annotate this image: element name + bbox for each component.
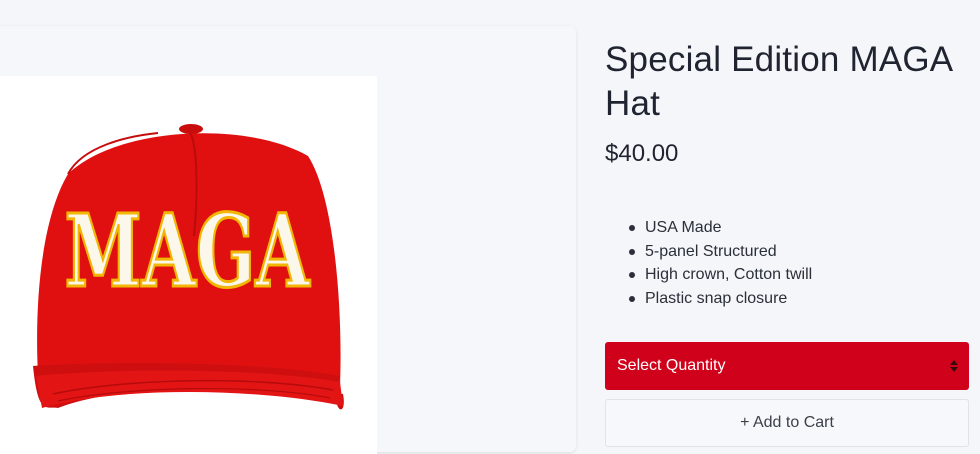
add-to-cart-button[interactable]: + Add to Cart	[605, 399, 969, 447]
feature-list: USA Made 5-panel Structured High crown, …	[625, 216, 812, 310]
cap-text: MAGA	[65, 192, 311, 310]
feature-item: Plastic snap closure	[625, 287, 812, 311]
product-price: $40.00	[605, 140, 679, 167]
add-to-cart-label: + Add to Cart	[740, 414, 834, 431]
feature-text: Plastic snap closure	[645, 289, 788, 307]
feature-item: USA Made	[625, 216, 812, 240]
top-strip	[0, 0, 980, 24]
bullet-icon	[629, 225, 635, 231]
feature-item: 5-panel Structured	[625, 240, 812, 264]
feature-text: 5-panel Structured	[645, 242, 777, 260]
product-info: Special Edition MAGA Hat $40.00 USA Made…	[605, 38, 971, 307]
product-title: Special Edition MAGA Hat	[605, 40, 952, 123]
bullet-icon	[629, 248, 635, 255]
product-image[interactable]: MAGA	[0, 76, 377, 454]
product-image-card: MAGA	[0, 26, 576, 454]
quantity-select[interactable]: Select Quantity	[605, 342, 969, 390]
feature-text: High crown, Cotton twill	[645, 266, 813, 283]
product-page: MAGA Special Edition MAGA Hat $40.00 USA…	[0, 0, 980, 454]
bullet-icon	[629, 272, 635, 278]
select-arrows-icon	[950, 360, 958, 372]
quantity-select-label: Select Quantity	[617, 357, 726, 374]
red-cap-image: MAGA	[33, 124, 344, 410]
feature-item: High crown, Cotton twill	[625, 263, 812, 287]
bullet-icon	[629, 295, 635, 302]
feature-text: USA Made	[645, 219, 722, 236]
